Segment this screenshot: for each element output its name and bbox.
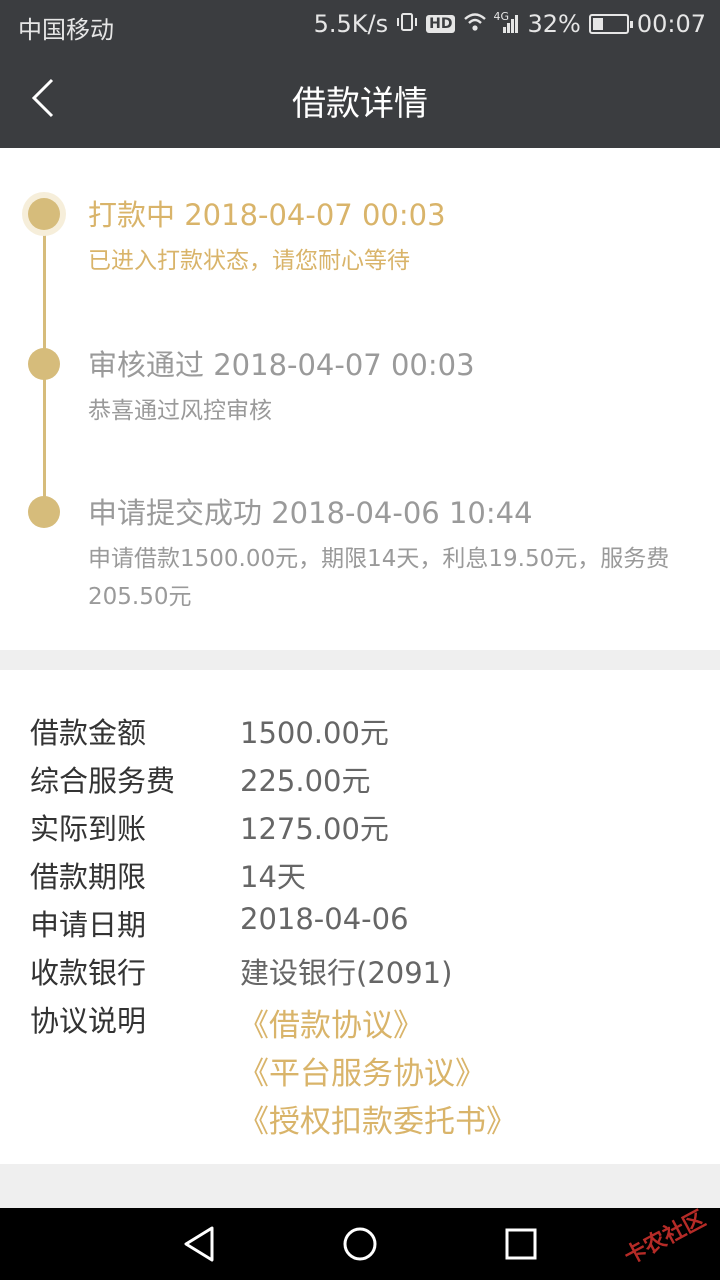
detail-row-apply-date: 申请日期 2018-04-06 <box>30 902 690 950</box>
status-icons: 5.5K/s HD 4G 32% 00:07 <box>314 10 706 38</box>
network-type: 4G <box>493 10 510 23</box>
vibrate-icon <box>396 11 418 38</box>
signal-icon: 4G <box>493 10 519 34</box>
detail-value: 建设银行(2091) <box>240 956 453 990</box>
loan-agreement-link[interactable]: 《借款协议》 <box>238 1000 424 1045</box>
detail-label: 协议说明 <box>30 1004 147 1038</box>
circle-home-icon <box>343 1227 377 1261</box>
detail-row-actual-received: 实际到账 1275.00元 <box>30 806 690 854</box>
battery-percent: 32% <box>527 10 581 38</box>
timeline-dot-active <box>28 198 60 230</box>
detail-row-loan-amount: 借款金额 1500.00元 <box>30 710 690 758</box>
detail-label: 借款金额 <box>30 716 147 750</box>
detail-label: 借款期限 <box>30 860 147 894</box>
page-title: 借款详情 <box>292 84 428 124</box>
detail-row-bank: 收款银行 建设银行(2091) <box>30 950 690 998</box>
battery-icon <box>588 14 633 34</box>
triangle-back-icon <box>184 1226 214 1262</box>
detail-value: 14天 <box>240 860 306 894</box>
timeline-dot <box>28 348 60 380</box>
wifi-icon <box>463 12 487 37</box>
timeline-item-desc: 恭喜通过风控审核 <box>88 398 272 424</box>
detail-label: 申请日期 <box>30 908 147 942</box>
watermark-logo: 卡农社区 <box>620 1206 710 1270</box>
detail-value: 1275.00元 <box>240 812 389 846</box>
detail-row-service-fee: 综合服务费 225.00元 <box>30 758 690 806</box>
title-bar: 借款详情 <box>0 48 720 148</box>
nav-recents-button[interactable] <box>498 1224 542 1264</box>
timeline-item-desc: 已进入打款状态，请您耐心等待 <box>88 248 410 274</box>
nav-home-button[interactable] <box>338 1224 382 1264</box>
timeline-dot <box>28 496 60 528</box>
detail-value: 2018-04-06 <box>240 902 409 936</box>
loan-status-timeline: 打款中 2018-04-07 00:03 已进入打款状态，请您耐心等待 审核通过… <box>0 148 720 650</box>
detail-value: 1500.00元 <box>240 716 389 750</box>
timeline-item-title: 申请提交成功 2018-04-06 10:44 <box>88 496 533 530</box>
nav-back-button[interactable] <box>178 1224 222 1264</box>
status-bar: 中国移动 5.5K/s HD 4G 32% 00:07 <box>0 0 720 48</box>
timeline-item-title: 审核通过 2018-04-07 00:03 <box>88 348 475 382</box>
timeline-item-desc: 申请借款1500.00元，期限14天，利息19.50元，服务费205.50元 <box>88 546 670 610</box>
network-speed: 5.5K/s <box>313 10 389 38</box>
loan-details: 借款金额 1500.00元 综合服务费 225.00元 实际到账 1275.00… <box>0 670 720 1164</box>
detail-row-loan-term: 借款期限 14天 <box>30 854 690 902</box>
hd-badge: HD <box>426 15 456 33</box>
timeline-item-title: 打款中 2018-04-07 00:03 <box>88 198 446 232</box>
detail-label: 实际到账 <box>30 812 147 846</box>
platform-service-agreement-link[interactable]: 《平台服务协议》 <box>238 1048 486 1093</box>
carrier-label: 中国移动 <box>18 16 114 44</box>
detail-label: 收款银行 <box>30 956 147 990</box>
clock: 00:07 <box>636 10 706 38</box>
debit-authorization-link[interactable]: 《授权扣款委托书》 <box>238 1096 517 1141</box>
detail-label: 综合服务费 <box>30 764 176 798</box>
detail-value: 225.00元 <box>240 764 371 798</box>
system-nav-bar: 卡农社区 <box>0 1207 720 1280</box>
square-recents-icon <box>505 1228 537 1260</box>
